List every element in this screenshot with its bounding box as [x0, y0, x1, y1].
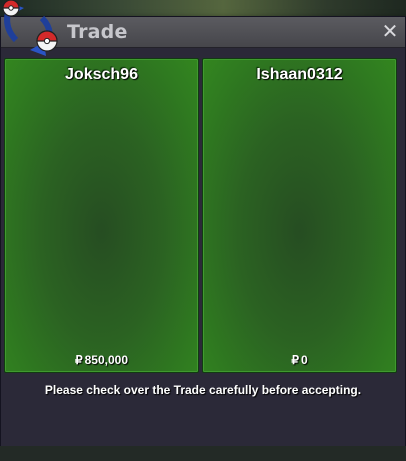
close-icon[interactable]: ✕ [379, 20, 401, 42]
player-name-left: Joksch96 [65, 66, 138, 83]
background-bottom [0, 446, 406, 461]
money-value-left: 850,000 [84, 353, 129, 367]
window-title: Trade [67, 21, 128, 43]
currency-icon: ₽ [74, 353, 83, 367]
trade-panel-left[interactable]: Joksch96 ₽850,000 [4, 58, 199, 373]
currency-icon: ₽ [291, 353, 299, 367]
trade-logo-icon [2, 0, 58, 56]
money-offer-right: ₽0 [203, 353, 396, 367]
money-value-right: 0 [300, 353, 308, 367]
trade-window: Trade ✕ Joksch96 ₽850,000 Ishaan0312 ₽0 … [0, 16, 406, 447]
trade-panel-right[interactable]: Ishaan0312 ₽0 [202, 58, 397, 373]
money-offer-left: ₽850,000 [5, 353, 198, 367]
player-name-right: Ishaan0312 [256, 66, 343, 83]
trade-notice: Please check over the Trade carefully be… [44, 383, 362, 397]
